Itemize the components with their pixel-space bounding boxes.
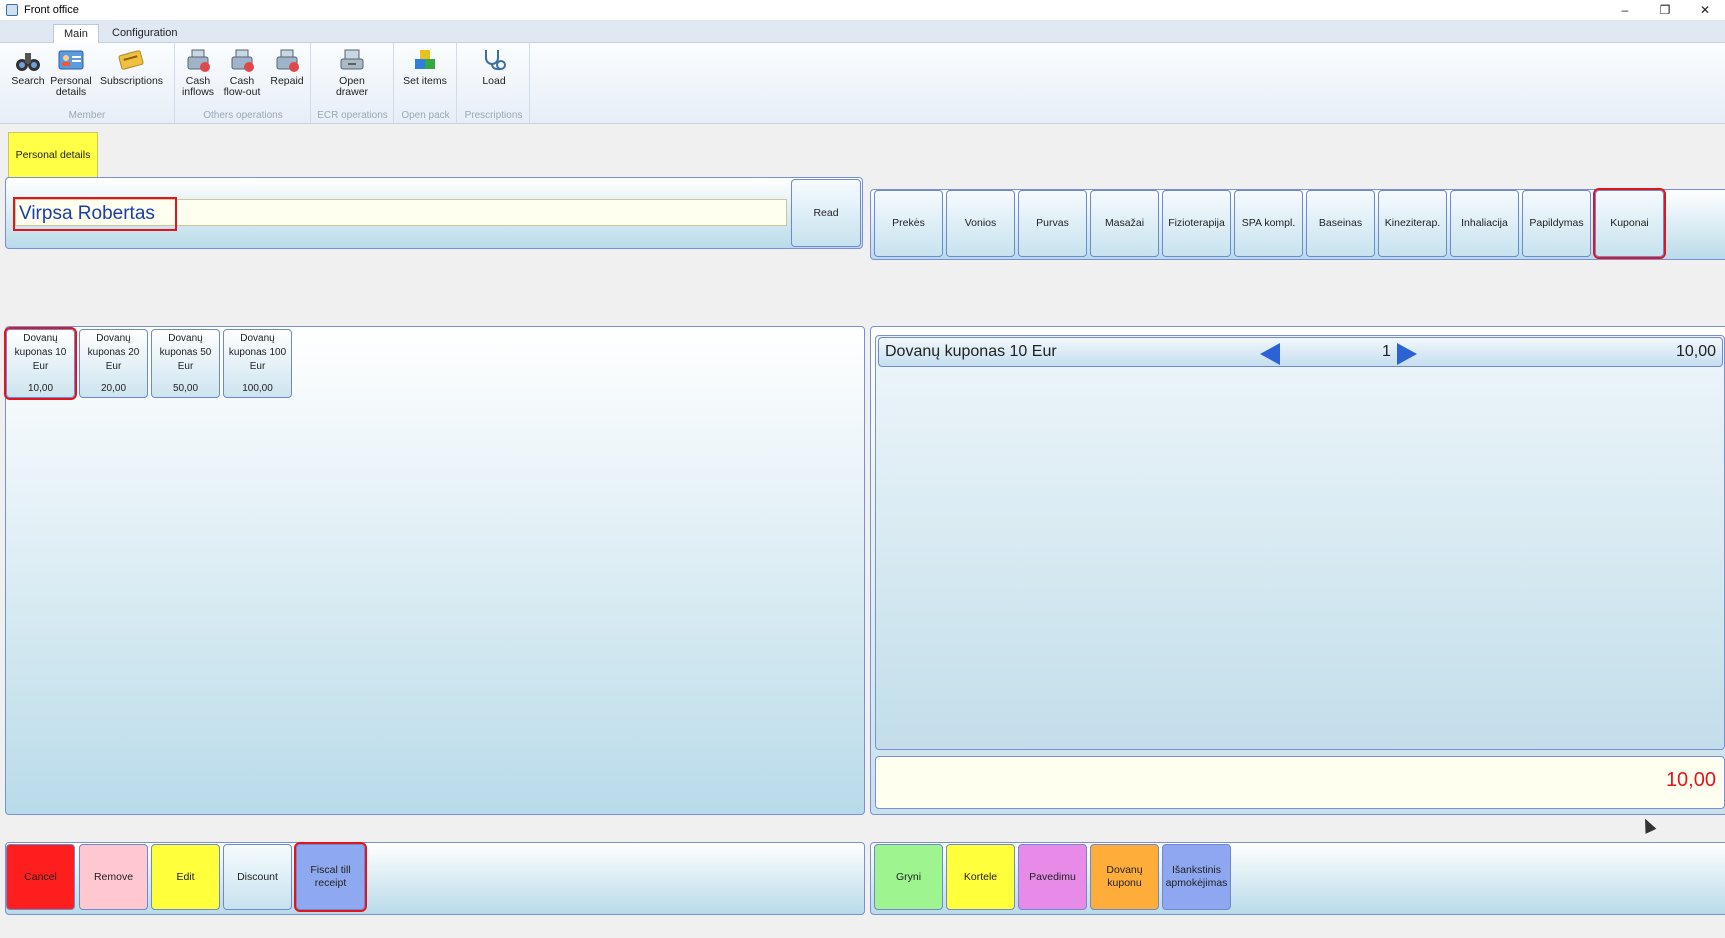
ticket-icon	[118, 50, 144, 70]
cancel-button[interactable]: Cancel	[6, 844, 75, 910]
subscriptions-button[interactable]: Subscriptions	[100, 45, 164, 87]
pay-transfer-button[interactable]: Pavedimu	[1018, 844, 1087, 910]
category-baseinas[interactable]: Baseinas	[1306, 190, 1375, 257]
drawer-icon	[340, 49, 364, 70]
search-button[interactable]: Search	[6, 45, 50, 87]
item-name: Dovanų kuponas 20 Eur	[87, 333, 140, 372]
item-price: 100,00	[242, 383, 273, 394]
tab-main[interactable]: Main	[53, 24, 99, 43]
id-card-icon	[58, 50, 84, 70]
decrease-arrow-icon[interactable]	[1260, 343, 1280, 365]
order-list	[875, 335, 1725, 750]
title-bar: Front office – ❐ ✕	[0, 0, 1725, 20]
open-drawer-button[interactable]: Open drawer	[330, 45, 374, 98]
repaid-button[interactable]: Repaid	[265, 45, 309, 87]
group-ecr: Open drawer ECR operations	[312, 43, 394, 123]
item-name: Dovanų kuponas 10 Eur	[14, 333, 67, 372]
item-voucher-50[interactable]: Dovanų kuponas 50 Eur 50,00	[151, 329, 220, 398]
item-price: 50,00	[172, 383, 199, 394]
pay-card-button[interactable]: Kortele	[946, 844, 1015, 910]
category-purvas[interactable]: Purvas	[1018, 190, 1087, 257]
tab-configuration[interactable]: Configuration	[102, 24, 187, 43]
order-line[interactable]: Dovanų kuponas 10 Eur 1 10,00	[878, 337, 1723, 367]
pay-voucher-button[interactable]: Dovanų kuponu	[1090, 844, 1159, 910]
minimize-button[interactable]: –	[1605, 0, 1645, 20]
load-label: Load	[482, 75, 506, 87]
pay-cash-button[interactable]: Gryni	[874, 844, 943, 910]
fiscal-receipt-button[interactable]: Fiscal till receipt	[294, 842, 367, 912]
order-line-qty: 1	[1382, 343, 1391, 360]
category-spa-kompl[interactable]: SPA kompl.	[1234, 190, 1303, 257]
item-voucher-10[interactable]: Dovanų kuponas 10 Eur 10,00	[4, 327, 77, 400]
close-button[interactable]: ✕	[1685, 0, 1725, 20]
boxes-icon	[415, 50, 435, 69]
category-prekes[interactable]: Prekės	[874, 190, 943, 257]
order-total-value: 10,00	[1665, 769, 1716, 791]
ribbon: Search Personal details Subscriptions Me…	[0, 43, 1725, 124]
load-button[interactable]: Load	[472, 45, 516, 87]
item-voucher-100[interactable]: Dovanų kuponas 100 Eur 100,00	[223, 329, 292, 398]
restore-button[interactable]: ❐	[1645, 0, 1685, 20]
increase-arrow-icon[interactable]	[1397, 343, 1417, 365]
category-vonios[interactable]: Vonios	[946, 190, 1015, 257]
group-openpack: Set items Open pack	[395, 43, 457, 123]
group-prescriptions: Load Prescriptions	[458, 43, 530, 123]
category-fizioterapija[interactable]: Fizioterapija	[1162, 190, 1231, 257]
cash-inflows-button[interactable]: Cash inflows	[176, 45, 220, 98]
pay-prepaid-button[interactable]: Išankstinis apmokėjimas	[1162, 844, 1231, 910]
item-price: 10,00	[27, 383, 54, 394]
category-papildymas[interactable]: Papildymas	[1522, 190, 1591, 257]
personal-details-button[interactable]: Personal details	[49, 45, 93, 98]
cash-flowout-button[interactable]: Cash flow-out	[220, 45, 264, 98]
cash-register-out-icon	[231, 49, 254, 72]
item-name: Dovanų kuponas 100 Eur	[228, 333, 287, 372]
window-title: Front office	[24, 4, 79, 16]
group-member: Search Personal details Subscriptions Me…	[0, 43, 175, 123]
binoculars-icon	[16, 53, 40, 71]
customer-name: Virpsa Robertas	[13, 197, 177, 231]
category-kuponai[interactable]: Kuponai	[1593, 188, 1666, 259]
group-others: Cash inflows Cash flow-out Repaid Others…	[176, 43, 311, 123]
items-panel	[5, 326, 865, 815]
order-line-name: Dovanų kuponas 10 Eur	[885, 343, 1057, 360]
order-line-price: 10,00	[1675, 343, 1716, 360]
personal-details-tab[interactable]: Personal details	[8, 132, 98, 177]
open-drawer-label: Open drawer	[335, 75, 369, 98]
mouse-cursor-icon	[1639, 816, 1657, 834]
stethoscope-icon	[485, 50, 506, 71]
cash-register-in-icon	[187, 49, 210, 72]
ribbon-tabs: Main Configuration	[0, 20, 1725, 43]
search-label: Search	[11, 75, 45, 87]
category-inhaliacija[interactable]: Inhaliacija	[1450, 190, 1519, 257]
app-icon	[6, 4, 18, 16]
item-price: 20,00	[100, 383, 127, 394]
category-kineziterap[interactable]: Kineziterap.	[1378, 190, 1447, 257]
subscriptions-label: Subscriptions	[100, 75, 164, 87]
personal-details-label: Personal details	[50, 75, 92, 98]
group-label-openpack: Open pack	[401, 110, 450, 121]
set-items-label: Set items	[403, 75, 447, 87]
cash-register-repaid-icon	[276, 49, 299, 72]
item-voucher-20[interactable]: Dovanų kuponas 20 Eur 20,00	[79, 329, 148, 398]
repaid-label: Repaid	[270, 75, 304, 87]
edit-button[interactable]: Edit	[151, 844, 220, 910]
cash-inflows-label: Cash inflows	[181, 75, 215, 98]
discount-button[interactable]: Discount	[223, 844, 292, 910]
group-label-ecr: ECR operations	[317, 110, 388, 121]
read-button[interactable]: Read	[791, 179, 861, 247]
category-masazai[interactable]: Masažai	[1090, 190, 1159, 257]
remove-button[interactable]: Remove	[79, 844, 148, 910]
set-items-button[interactable]: Set items	[403, 45, 447, 87]
group-label-others: Others operations	[203, 110, 283, 121]
order-total: 10,00	[875, 756, 1725, 809]
group-label-member: Member	[68, 110, 106, 121]
cash-flowout-label: Cash flow-out	[223, 75, 261, 98]
group-label-prescriptions: Prescriptions	[464, 110, 523, 121]
item-name: Dovanų kuponas 50 Eur	[159, 333, 212, 372]
